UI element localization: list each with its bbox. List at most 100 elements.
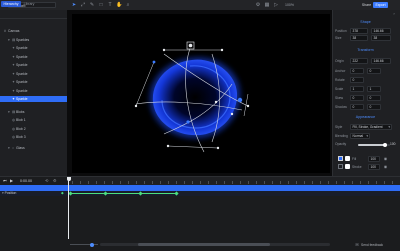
- timeline-settings-icon[interactable]: ⚙: [53, 178, 58, 184]
- timeline-ruler[interactable]: [67, 177, 400, 185]
- ruler-tick: [328, 181, 329, 184]
- fill-color-swatch[interactable]: [345, 156, 350, 161]
- orb-artwork[interactable]: [72, 14, 330, 173]
- layer-row[interactable]: ◍Blob 2: [0, 126, 67, 132]
- control-point[interactable]: [216, 146, 220, 150]
- opacity-value[interactable]: 100: [390, 141, 396, 147]
- layer-row[interactable]: ✦Sparkle: [0, 88, 67, 94]
- anchor-y-field[interactable]: 0: [367, 68, 381, 74]
- shadow-y-field[interactable]: 0: [367, 104, 381, 110]
- fill-checkbox[interactable]: [338, 156, 343, 161]
- select-icon[interactable]: ➤: [71, 2, 77, 8]
- stroke-opacity-field[interactable]: 100: [368, 163, 380, 170]
- layer-row[interactable]: ◍Blob 1: [0, 117, 67, 123]
- control-point[interactable]: [134, 104, 138, 108]
- tab-hierarchy[interactable]: Hierarchy: [1, 1, 21, 7]
- artboard[interactable]: [72, 14, 330, 173]
- fill-opacity-field[interactable]: 100: [368, 155, 380, 162]
- blending-label: Blending: [335, 134, 348, 138]
- current-time[interactable]: 0:00.00: [20, 178, 38, 184]
- layer-row[interactable]: ✦Sparkle: [0, 71, 67, 77]
- opacity-slider-handle[interactable]: [382, 142, 387, 147]
- layer-row[interactable]: ✦Sparkle: [0, 96, 67, 102]
- collapse-panel-icon[interactable]: ›: [391, 11, 397, 17]
- ruler-tick: [384, 181, 385, 184]
- control-point[interactable]: [166, 144, 170, 148]
- pen-icon[interactable]: ✎: [89, 2, 95, 8]
- playhead-handle[interactable]: [66, 177, 71, 181]
- ruler-tick: [160, 181, 161, 184]
- keyframe-toggle-icon[interactable]: ◆: [61, 191, 66, 196]
- play-preview-icon[interactable]: ▷: [273, 2, 279, 8]
- position-y-field[interactable]: 146.66: [371, 28, 391, 34]
- export-button[interactable]: Export: [373, 2, 388, 8]
- layer-label: Sparkle: [16, 97, 28, 101]
- loop-icon[interactable]: ⟲: [45, 178, 50, 184]
- layer-row[interactable]: ✦Sparkle: [0, 45, 67, 51]
- transform-section-header[interactable]: Transform: [334, 47, 397, 53]
- layer-row[interactable]: ▾ ○ Glass: [0, 145, 67, 151]
- playhead[interactable]: [68, 177, 69, 239]
- layer-row[interactable]: ▾ ▤Blobs: [0, 109, 67, 115]
- timeline-scroll-thumb[interactable]: [138, 243, 270, 246]
- size-width-field[interactable]: 38: [350, 35, 368, 41]
- origin-y-field[interactable]: 146.66: [371, 58, 391, 64]
- layer-label: Blob 3: [16, 135, 26, 139]
- style-dropdown[interactable]: Fill, Stroke, Gradient: [350, 124, 392, 130]
- ruler-tick: [304, 181, 305, 184]
- shadow-x-field[interactable]: 0: [350, 104, 364, 110]
- tab-library[interactable]: Library: [21, 1, 37, 7]
- control-point[interactable]: [246, 104, 250, 108]
- skew-y-field[interactable]: 0: [367, 95, 381, 101]
- stroke-visibility-icon[interactable]: ◉: [383, 164, 388, 169]
- control-point[interactable]: [152, 60, 156, 64]
- layer-row[interactable]: ✦Sparkle: [0, 79, 67, 85]
- text-icon[interactable]: T: [107, 2, 113, 8]
- settings-icon[interactable]: ⚙: [255, 2, 261, 8]
- position-x-field[interactable]: 378: [350, 28, 368, 34]
- control-point[interactable]: [214, 100, 218, 104]
- ruler-tick: [128, 181, 129, 184]
- size-height-field[interactable]: 38: [371, 35, 391, 41]
- scale-y-field[interactable]: 1: [367, 86, 381, 92]
- control-point[interactable]: [220, 48, 224, 52]
- fill-visibility-icon[interactable]: ◉: [383, 156, 388, 161]
- layer-row[interactable]: ✦Sparkle: [0, 54, 67, 60]
- skew-label: Skew: [335, 96, 344, 100]
- control-point[interactable]: [162, 48, 166, 52]
- skew-x-field[interactable]: 0: [350, 95, 364, 101]
- ruler-tick: [112, 181, 113, 184]
- shape-section-header[interactable]: Shape: [334, 19, 397, 25]
- transform-icon[interactable]: ⤢: [80, 2, 86, 8]
- hand-icon[interactable]: ✋: [116, 2, 122, 8]
- control-point[interactable]: [230, 112, 234, 116]
- layer-row[interactable]: ▾ ▤Sparkles: [0, 37, 67, 43]
- timeline-zoom-handle[interactable]: [90, 242, 94, 247]
- control-point[interactable]: [237, 97, 243, 103]
- stroke-color-swatch[interactable]: [345, 164, 350, 169]
- rotate-field[interactable]: 0: [350, 77, 364, 83]
- shape-icon[interactable]: □: [98, 2, 104, 8]
- anchor-x-field[interactable]: 0: [350, 68, 364, 74]
- zoom-tool-icon[interactable]: ⌕: [125, 2, 131, 8]
- play-icon[interactable]: ▶: [10, 178, 15, 184]
- control-point[interactable]: [186, 120, 190, 124]
- anchor-point[interactable]: [188, 43, 193, 48]
- send-feedback-link[interactable]: Send feedback: [361, 242, 397, 248]
- scale-x-field[interactable]: 1: [350, 86, 364, 92]
- layer-row[interactable]: ✦Sparkle: [0, 62, 67, 68]
- skip-back-icon[interactable]: ⏮: [3, 178, 8, 184]
- stroke-checkbox[interactable]: [338, 164, 343, 169]
- ruler-tick: [392, 181, 393, 184]
- zoom-level[interactable]: 100%: [285, 2, 305, 8]
- ruler-tick: [296, 181, 297, 184]
- grid-icon[interactable]: ▦: [264, 2, 270, 8]
- origin-x-field[interactable]: 222: [350, 58, 368, 64]
- share-button[interactable]: Share: [361, 2, 372, 8]
- blending-dropdown[interactable]: Normal: [350, 133, 370, 139]
- ruler-tick: [96, 181, 97, 184]
- layer-row[interactable]: ◍Blob 3: [0, 134, 67, 140]
- ruler-tick: [232, 181, 233, 184]
- layer-row[interactable]: # Canvas: [0, 28, 67, 34]
- appearance-section-header[interactable]: Appearance: [334, 114, 397, 120]
